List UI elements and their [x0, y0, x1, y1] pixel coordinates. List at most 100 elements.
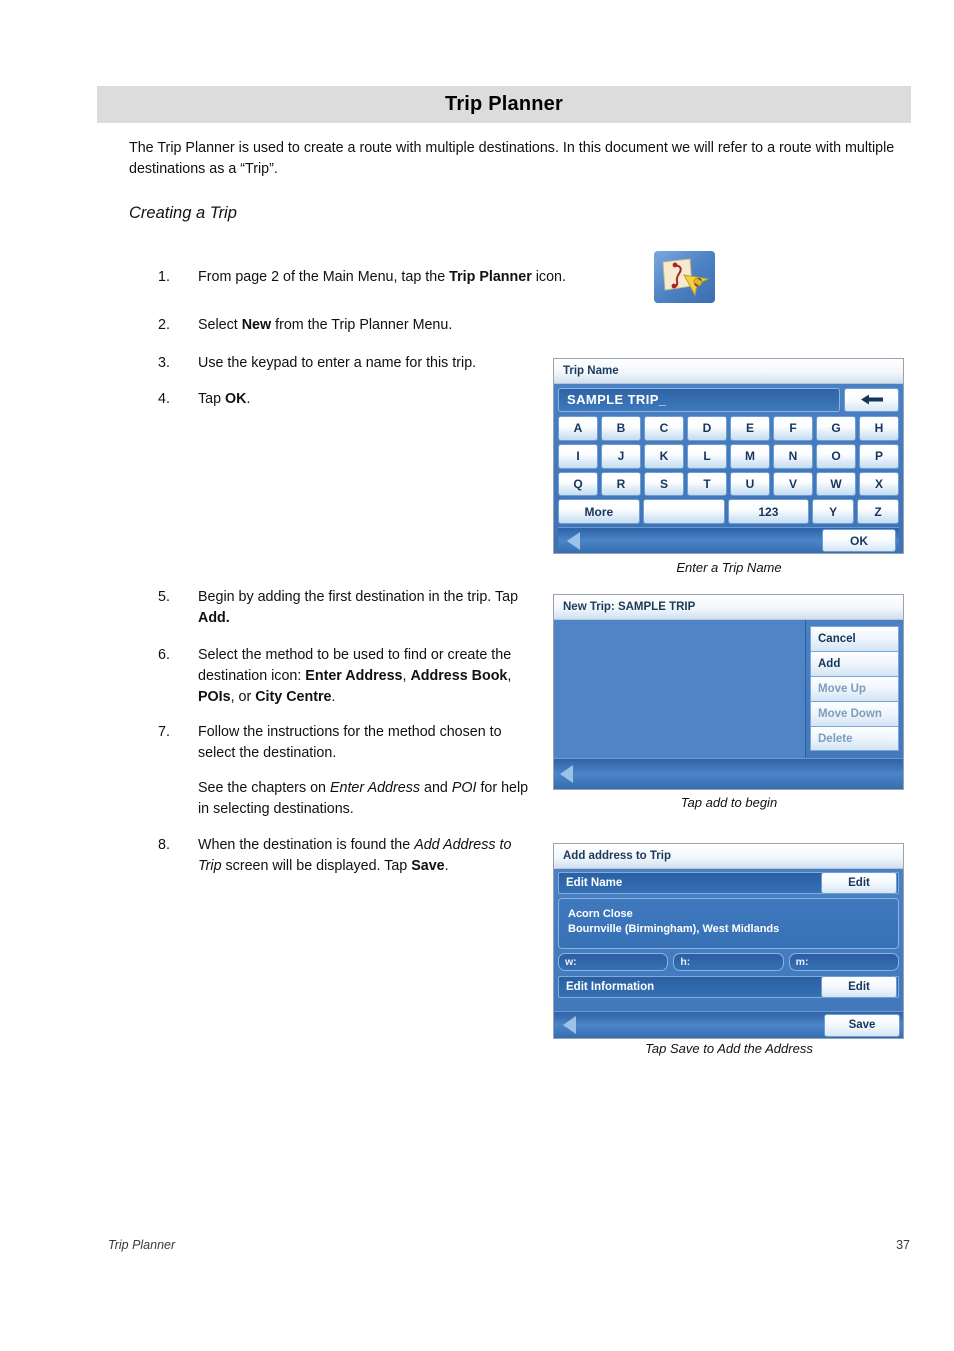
key-m[interactable]: M — [730, 443, 770, 469]
keyboard-row-3: Q R S T U V W X — [558, 471, 899, 497]
edit-information-label: Edit Information — [566, 981, 655, 993]
keyboard-row-2: I J K L M N O P — [558, 443, 899, 469]
screenshot-add-address: Add address to Trip Edit Name Edit Acorn… — [553, 843, 904, 1039]
keyboard-row-4: More 123 Y Z — [558, 499, 899, 525]
trip-planner-glyph — [654, 251, 715, 303]
intro-paragraph: The Trip Planner is used to create a rou… — [129, 140, 895, 177]
address-display: Acorn Close Bournville (Birmingham), Wes… — [558, 898, 899, 949]
list-item: 5. Begin by adding the first destination… — [158, 587, 538, 629]
add-address-footer: Save — [554, 1011, 903, 1038]
step-text: Use the keypad to enter a name for this … — [198, 355, 477, 371]
list-item: 8. When the destination is found the Add… — [158, 835, 538, 877]
field-h[interactable]: h: — [673, 953, 784, 971]
chapter-header-bar: Trip Planner — [97, 86, 911, 123]
key-s[interactable]: S — [644, 471, 684, 497]
list-item: 4. Tap OK. — [158, 389, 458, 410]
field-m[interactable]: m: — [788, 953, 899, 971]
list-item: 1. From page 2 of the Main Menu, tap the… — [158, 267, 638, 288]
key-x[interactable]: X — [859, 471, 899, 497]
key-a[interactable]: A — [558, 415, 598, 441]
move-up-button[interactable]: Move Up — [810, 676, 899, 701]
figure-caption-add-address: Tap Save to Add the Address — [645, 1041, 813, 1056]
key-w[interactable]: W — [816, 471, 856, 497]
list-item: 2. Select New from the Trip Planner Menu… — [158, 315, 558, 336]
add-address-titlebar: Add address to Trip — [554, 844, 903, 869]
step-text: When the destination is found the Add Ad… — [198, 837, 512, 874]
step-text: Select the method to be used to find or … — [198, 647, 512, 705]
edit-name-button[interactable]: Edit — [821, 872, 897, 894]
move-down-button[interactable]: Move Down — [810, 701, 899, 726]
address-line-1: Acorn Close — [568, 908, 633, 920]
address-line-2: Bournville (Birmingham), West Midlands — [568, 923, 780, 935]
delete-button[interactable]: Delete — [810, 726, 899, 751]
key-l[interactable]: L — [687, 443, 727, 469]
key-j[interactable]: J — [601, 443, 641, 469]
keyboard-row-1: A B C D E F G H — [558, 415, 899, 441]
backspace-icon[interactable] — [844, 388, 899, 412]
key-y[interactable]: Y — [812, 499, 855, 525]
step-text: Select New from the Trip Planner Menu. — [198, 317, 453, 333]
section-heading: Creating a Trip — [129, 204, 237, 222]
key-e[interactable]: E — [730, 415, 770, 441]
page-title: Trip Planner — [445, 93, 563, 115]
step-note: See the chapters on Enter Address and PO… — [198, 778, 538, 820]
figure-caption-trip-name: Enter a Trip Name — [676, 560, 782, 575]
list-item: 3. Use the keypad to enter a name for th… — [158, 353, 558, 374]
new-trip-menu: Cancel Add Move Up Move Down Delete — [806, 620, 903, 758]
list-item: 6. Select the method to be used to find … — [158, 645, 538, 708]
ok-button[interactable]: OK — [822, 529, 896, 553]
cancel-button[interactable]: Cancel — [810, 626, 899, 651]
key-p[interactable]: P — [859, 443, 899, 469]
key-z[interactable]: Z — [857, 499, 899, 525]
figure-caption-new-trip: Tap add to begin — [680, 795, 778, 810]
key-q[interactable]: Q — [558, 471, 598, 497]
key-o[interactable]: O — [816, 443, 856, 469]
edit-name-row: Edit Name Edit — [558, 872, 899, 894]
step-text: Tap OK. — [198, 391, 251, 407]
trip-name-input-row: SAMPLE TRIP_ — [558, 388, 899, 412]
edit-name-label: Edit Name — [566, 877, 623, 889]
key-g[interactable]: G — [816, 415, 856, 441]
trip-name-input[interactable]: SAMPLE TRIP_ — [558, 388, 840, 412]
step-number: 7. — [158, 724, 170, 740]
step-text: From page 2 of the Main Menu, tap the Tr… — [198, 269, 566, 285]
edit-information-button[interactable]: Edit — [821, 976, 897, 998]
step-text: Follow the instructions for the method c… — [198, 724, 502, 761]
key-h[interactable]: H — [859, 415, 899, 441]
key-123[interactable]: 123 — [727, 499, 810, 525]
key-c[interactable]: C — [644, 415, 684, 441]
key-f[interactable]: F — [773, 415, 813, 441]
left-arrow-icon — [860, 394, 883, 405]
footer-chapter-label: Trip Planner — [108, 1238, 176, 1252]
key-v[interactable]: V — [773, 471, 813, 497]
key-b[interactable]: B — [601, 415, 641, 441]
add-button[interactable]: Add — [810, 651, 899, 676]
key-u[interactable]: U — [730, 471, 770, 497]
key-d[interactable]: D — [687, 415, 727, 441]
key-r[interactable]: R — [601, 471, 641, 497]
step-number: 5. — [158, 589, 170, 605]
screenshot-trip-name: Trip Name SAMPLE TRIP_ A B C D E F G H I… — [553, 358, 904, 554]
trip-planner-icon — [654, 251, 715, 303]
list-item: 7. Follow the instructions for the metho… — [158, 722, 538, 764]
document-page: Trip Planner The Trip Planner is used to… — [0, 0, 954, 1351]
back-arrow-icon[interactable] — [567, 531, 580, 550]
step-number: 4. — [158, 391, 170, 407]
key-t[interactable]: T — [687, 471, 727, 497]
back-arrow-icon[interactable] — [560, 765, 573, 783]
key-space[interactable] — [642, 499, 725, 525]
key-more[interactable]: More — [558, 499, 640, 525]
step-number: 1. — [158, 269, 170, 285]
field-w[interactable]: w: — [558, 953, 669, 971]
key-n[interactable]: N — [773, 443, 813, 469]
address-field-row: w: h: m: — [558, 953, 899, 971]
new-trip-titlebar: New Trip: SAMPLE TRIP — [554, 595, 903, 620]
new-trip-destination-list[interactable] — [554, 620, 806, 758]
save-button[interactable]: Save — [824, 1013, 900, 1037]
step-number: 2. — [158, 317, 170, 333]
step-note-text: See the chapters on Enter Address and PO… — [198, 780, 529, 817]
trip-name-titlebar: Trip Name — [554, 359, 903, 384]
key-k[interactable]: K — [644, 443, 684, 469]
back-arrow-icon[interactable] — [563, 1016, 576, 1034]
key-i[interactable]: I — [558, 443, 598, 469]
